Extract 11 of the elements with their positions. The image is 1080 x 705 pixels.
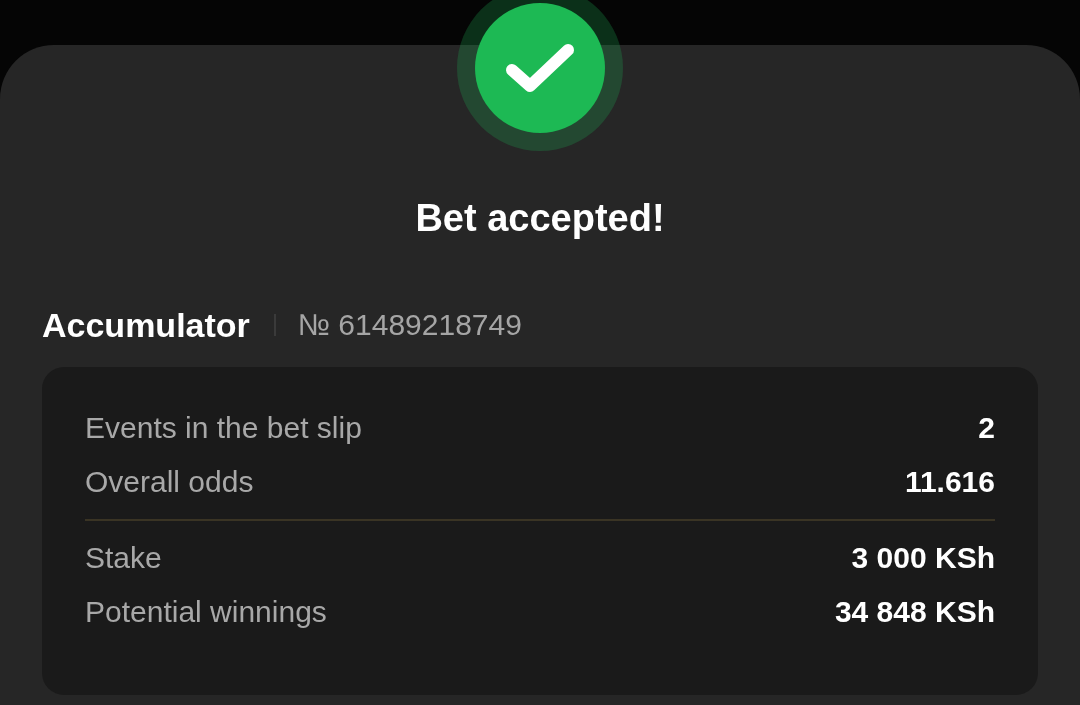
bet-type: Accumulator <box>42 305 250 345</box>
summary-label: Potential winnings <box>85 595 327 629</box>
summary-label: Stake <box>85 541 162 575</box>
summary-value: 2 <box>978 411 995 445</box>
bet-number: № 61489218749 <box>297 308 522 342</box>
summary-value: 11.616 <box>904 465 995 499</box>
summary-value: 3 000 KSh <box>851 541 995 575</box>
summary-label: Overall odds <box>85 465 254 499</box>
summary-value: 34 848 KSh <box>834 595 995 629</box>
dialog-title: Bet accepted! <box>415 196 665 241</box>
summary-label: Events in the bet slip <box>85 411 362 445</box>
